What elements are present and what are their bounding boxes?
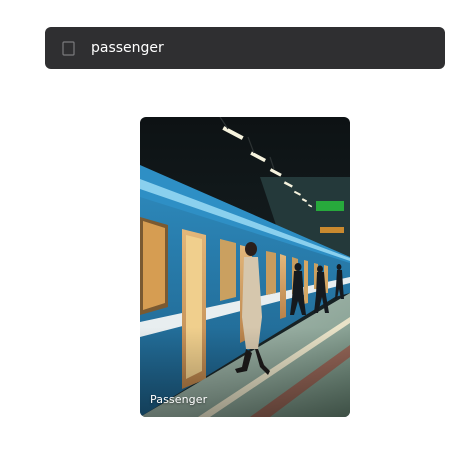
search-icon [62,41,75,56]
result-caption: Passenger [150,393,208,406]
result-card-passenger[interactable]: Passenger [140,117,350,417]
search-bar[interactable] [45,27,445,69]
search-input[interactable] [91,35,421,61]
page: Passenger [0,0,465,460]
result-image [140,117,350,417]
